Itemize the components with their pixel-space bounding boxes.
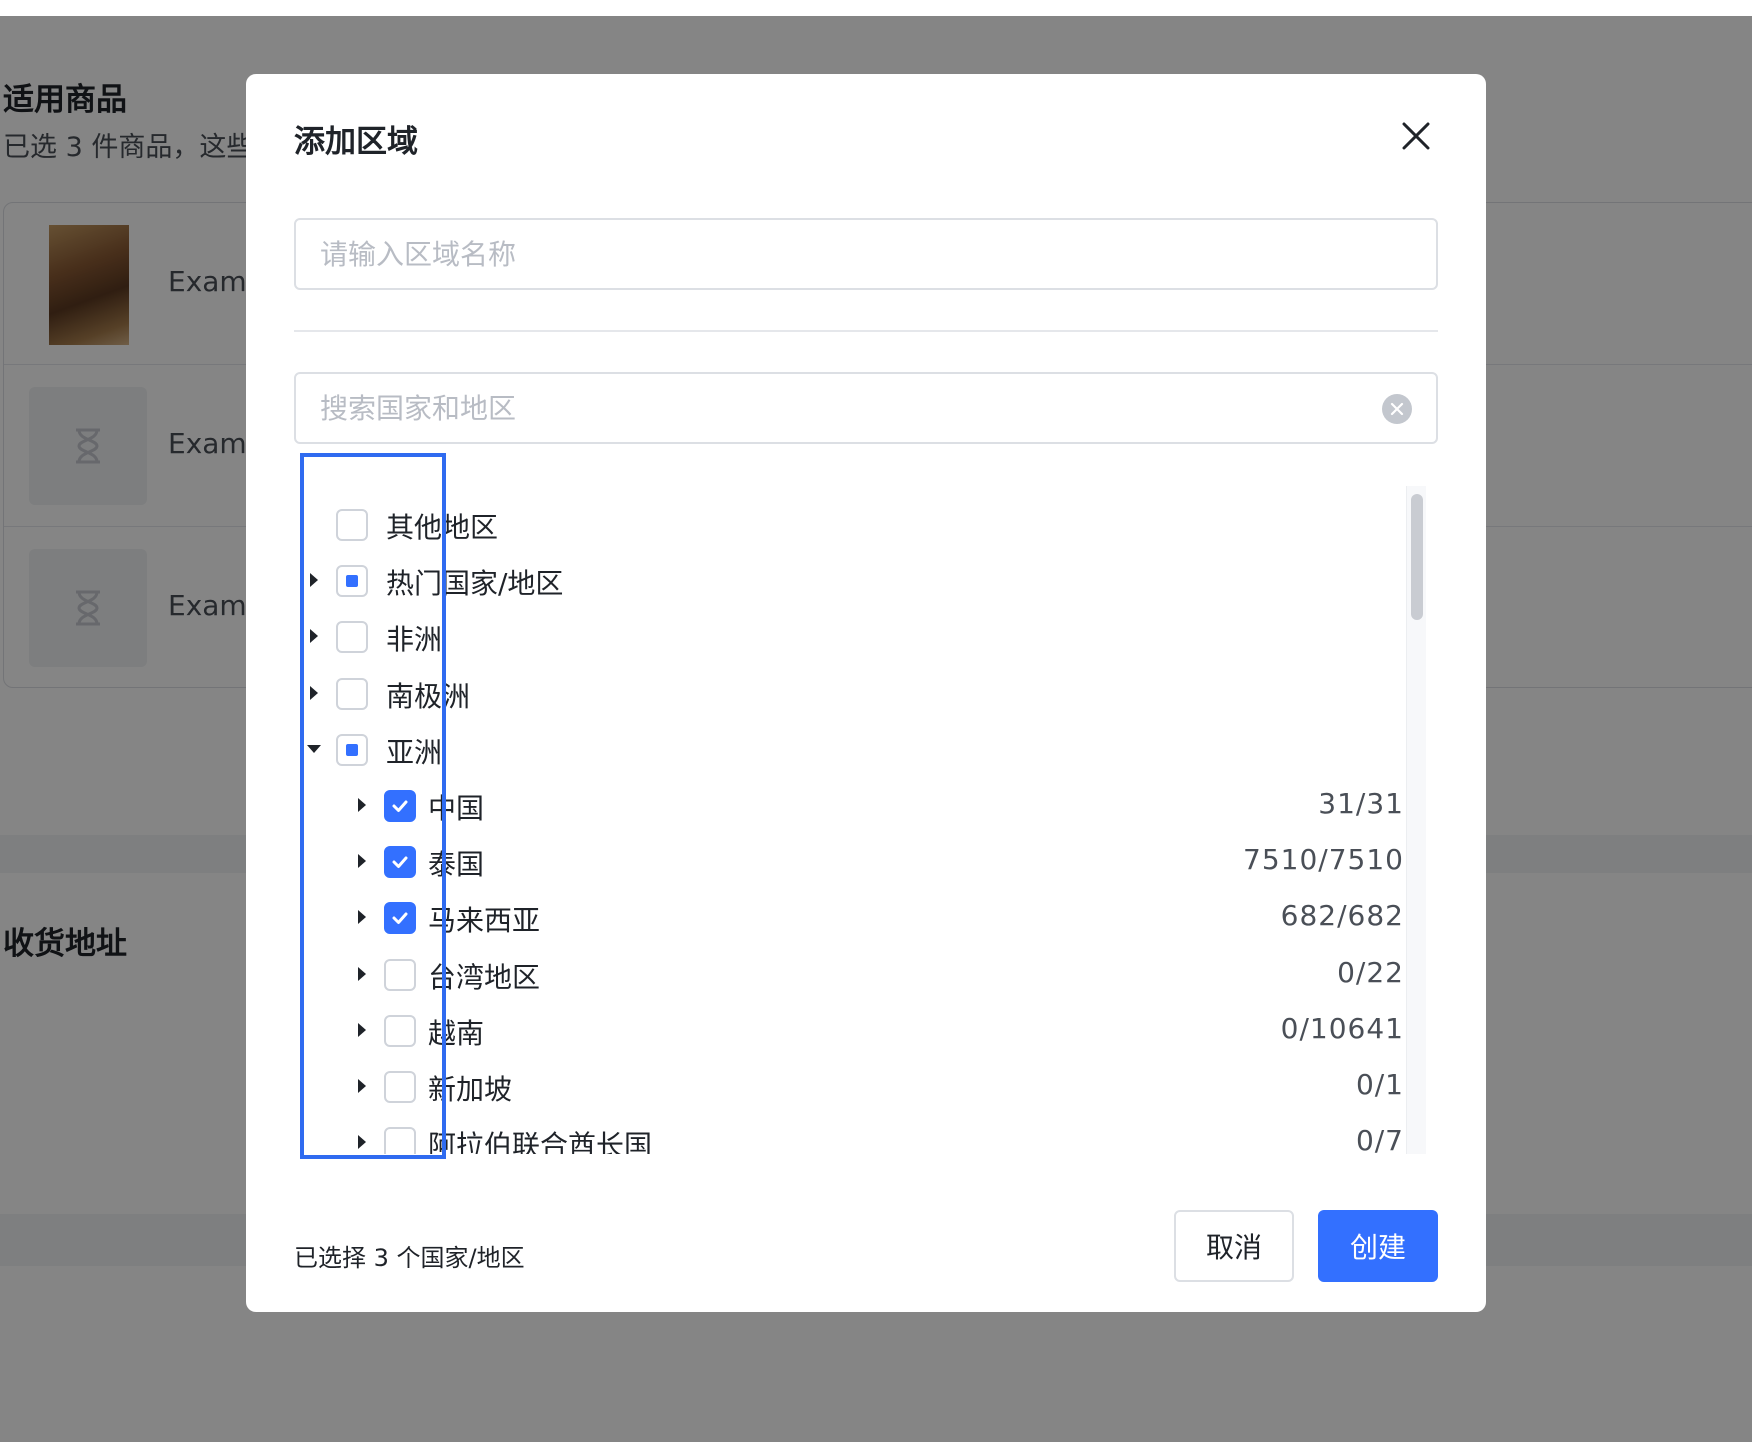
tree-row-country[interactable]: 中国 31/31: [294, 777, 1404, 833]
tree-row-region[interactable]: 亚洲: [294, 721, 1404, 777]
scrollbar-thumb[interactable]: [1411, 494, 1423, 620]
tree-row-label: 其他地区: [386, 511, 499, 544]
tree-row-label: 越南: [428, 1016, 485, 1050]
tree-row-label: 新加坡: [428, 1073, 513, 1106]
close-icon[interactable]: [1396, 116, 1436, 156]
region-name-field[interactable]: [294, 218, 1438, 290]
tree-row-region[interactable]: 其他地区: [294, 496, 1404, 552]
tree-row-label: 泰国: [428, 848, 485, 882]
divider: [294, 330, 1438, 332]
caret-right-icon[interactable]: [348, 847, 376, 875]
tree-row-country[interactable]: 台湾地区 0/22: [294, 946, 1404, 1002]
checkbox[interactable]: [336, 733, 368, 766]
country-search-input[interactable]: [296, 374, 1436, 442]
tree-row-label: 中国: [428, 792, 485, 825]
cancel-button[interactable]: 取消: [1174, 1210, 1294, 1282]
checkbox[interactable]: [384, 846, 416, 879]
tree-row-country[interactable]: 越南 0/10641: [294, 1002, 1404, 1058]
tree-row-country[interactable]: 马来西亚 682/682: [294, 889, 1404, 945]
caret-right-icon[interactable]: [300, 622, 328, 650]
tree-row-region[interactable]: 南极洲: [294, 665, 1404, 721]
tree-row-region[interactable]: 热门国家/地区: [294, 552, 1404, 608]
tree-row-label: 马来西亚: [428, 904, 541, 938]
caret-right-icon[interactable]: [348, 1016, 376, 1044]
tree-row-count: 0/7: [1355, 1124, 1404, 1154]
checkbox[interactable]: [384, 790, 416, 822]
selected-count-text: 已选择 3 个国家/地区: [294, 1244, 525, 1272]
tree-row-country[interactable]: 新加坡 0/1: [294, 1058, 1404, 1114]
dialog-title: 添加区域: [294, 124, 418, 160]
region-name-input[interactable]: [296, 220, 1436, 288]
checkbox[interactable]: [384, 902, 416, 935]
checkbox[interactable]: [384, 1014, 416, 1047]
caret-right-icon[interactable]: [300, 679, 328, 707]
caret-right-icon[interactable]: [348, 903, 376, 931]
checkbox[interactable]: [384, 1127, 416, 1154]
checkbox[interactable]: [384, 1071, 416, 1103]
checkbox[interactable]: [336, 677, 368, 710]
tree-row-label: 非洲: [386, 623, 443, 657]
checkbox[interactable]: [336, 565, 368, 598]
tree-row-count: 682/682: [1280, 899, 1404, 933]
tree-row-label: 热门国家/地区: [386, 567, 564, 601]
checkbox[interactable]: [336, 621, 368, 654]
tree-row-count: 31/31: [1318, 787, 1404, 820]
checkbox[interactable]: [384, 958, 416, 991]
tree-row-country[interactable]: 阿拉伯联合酋长国 0/7: [294, 1114, 1404, 1154]
country-search-field[interactable]: [294, 372, 1438, 444]
tree-row-label: 阿拉伯联合酋长国: [428, 1129, 653, 1154]
caret-right-icon[interactable]: [348, 1128, 376, 1154]
tree-row-label: 台湾地区: [428, 960, 541, 994]
tree-row-count: 7510/7510: [1243, 843, 1404, 877]
caret-right-icon[interactable]: [300, 566, 328, 594]
clear-icon[interactable]: [1382, 394, 1412, 424]
tree-row-label: 亚洲: [386, 735, 443, 769]
tree-row-label: 南极洲: [386, 679, 471, 713]
tree-row-count: 0/22: [1337, 955, 1404, 989]
caret-right-icon[interactable]: [348, 791, 376, 819]
region-tree: 其他地区热门国家/地区 非洲南极洲亚洲中国 31/31 泰国 7510/7510 马来西亚…: [294, 486, 1438, 1154]
add-region-dialog: 添加区域 其他地区热门国家/地区非洲南极洲亚洲中国 31/31 泰国 7510/751…: [246, 74, 1486, 1312]
tree-row-country[interactable]: 泰国 7510/7510: [294, 833, 1404, 889]
tree-row-count: 0/10641: [1280, 1011, 1404, 1045]
tree-row-region[interactable]: 非洲: [294, 608, 1404, 664]
caret-right-icon[interactable]: [348, 960, 376, 988]
checkbox[interactable]: [336, 509, 368, 541]
tree-scrollbar[interactable]: [1406, 486, 1426, 1154]
caret-right-icon[interactable]: [348, 1072, 376, 1100]
caret-down-icon[interactable]: [300, 735, 328, 763]
tree-row-count: 0/1: [1355, 1068, 1404, 1101]
create-button[interactable]: 创建: [1318, 1210, 1438, 1282]
